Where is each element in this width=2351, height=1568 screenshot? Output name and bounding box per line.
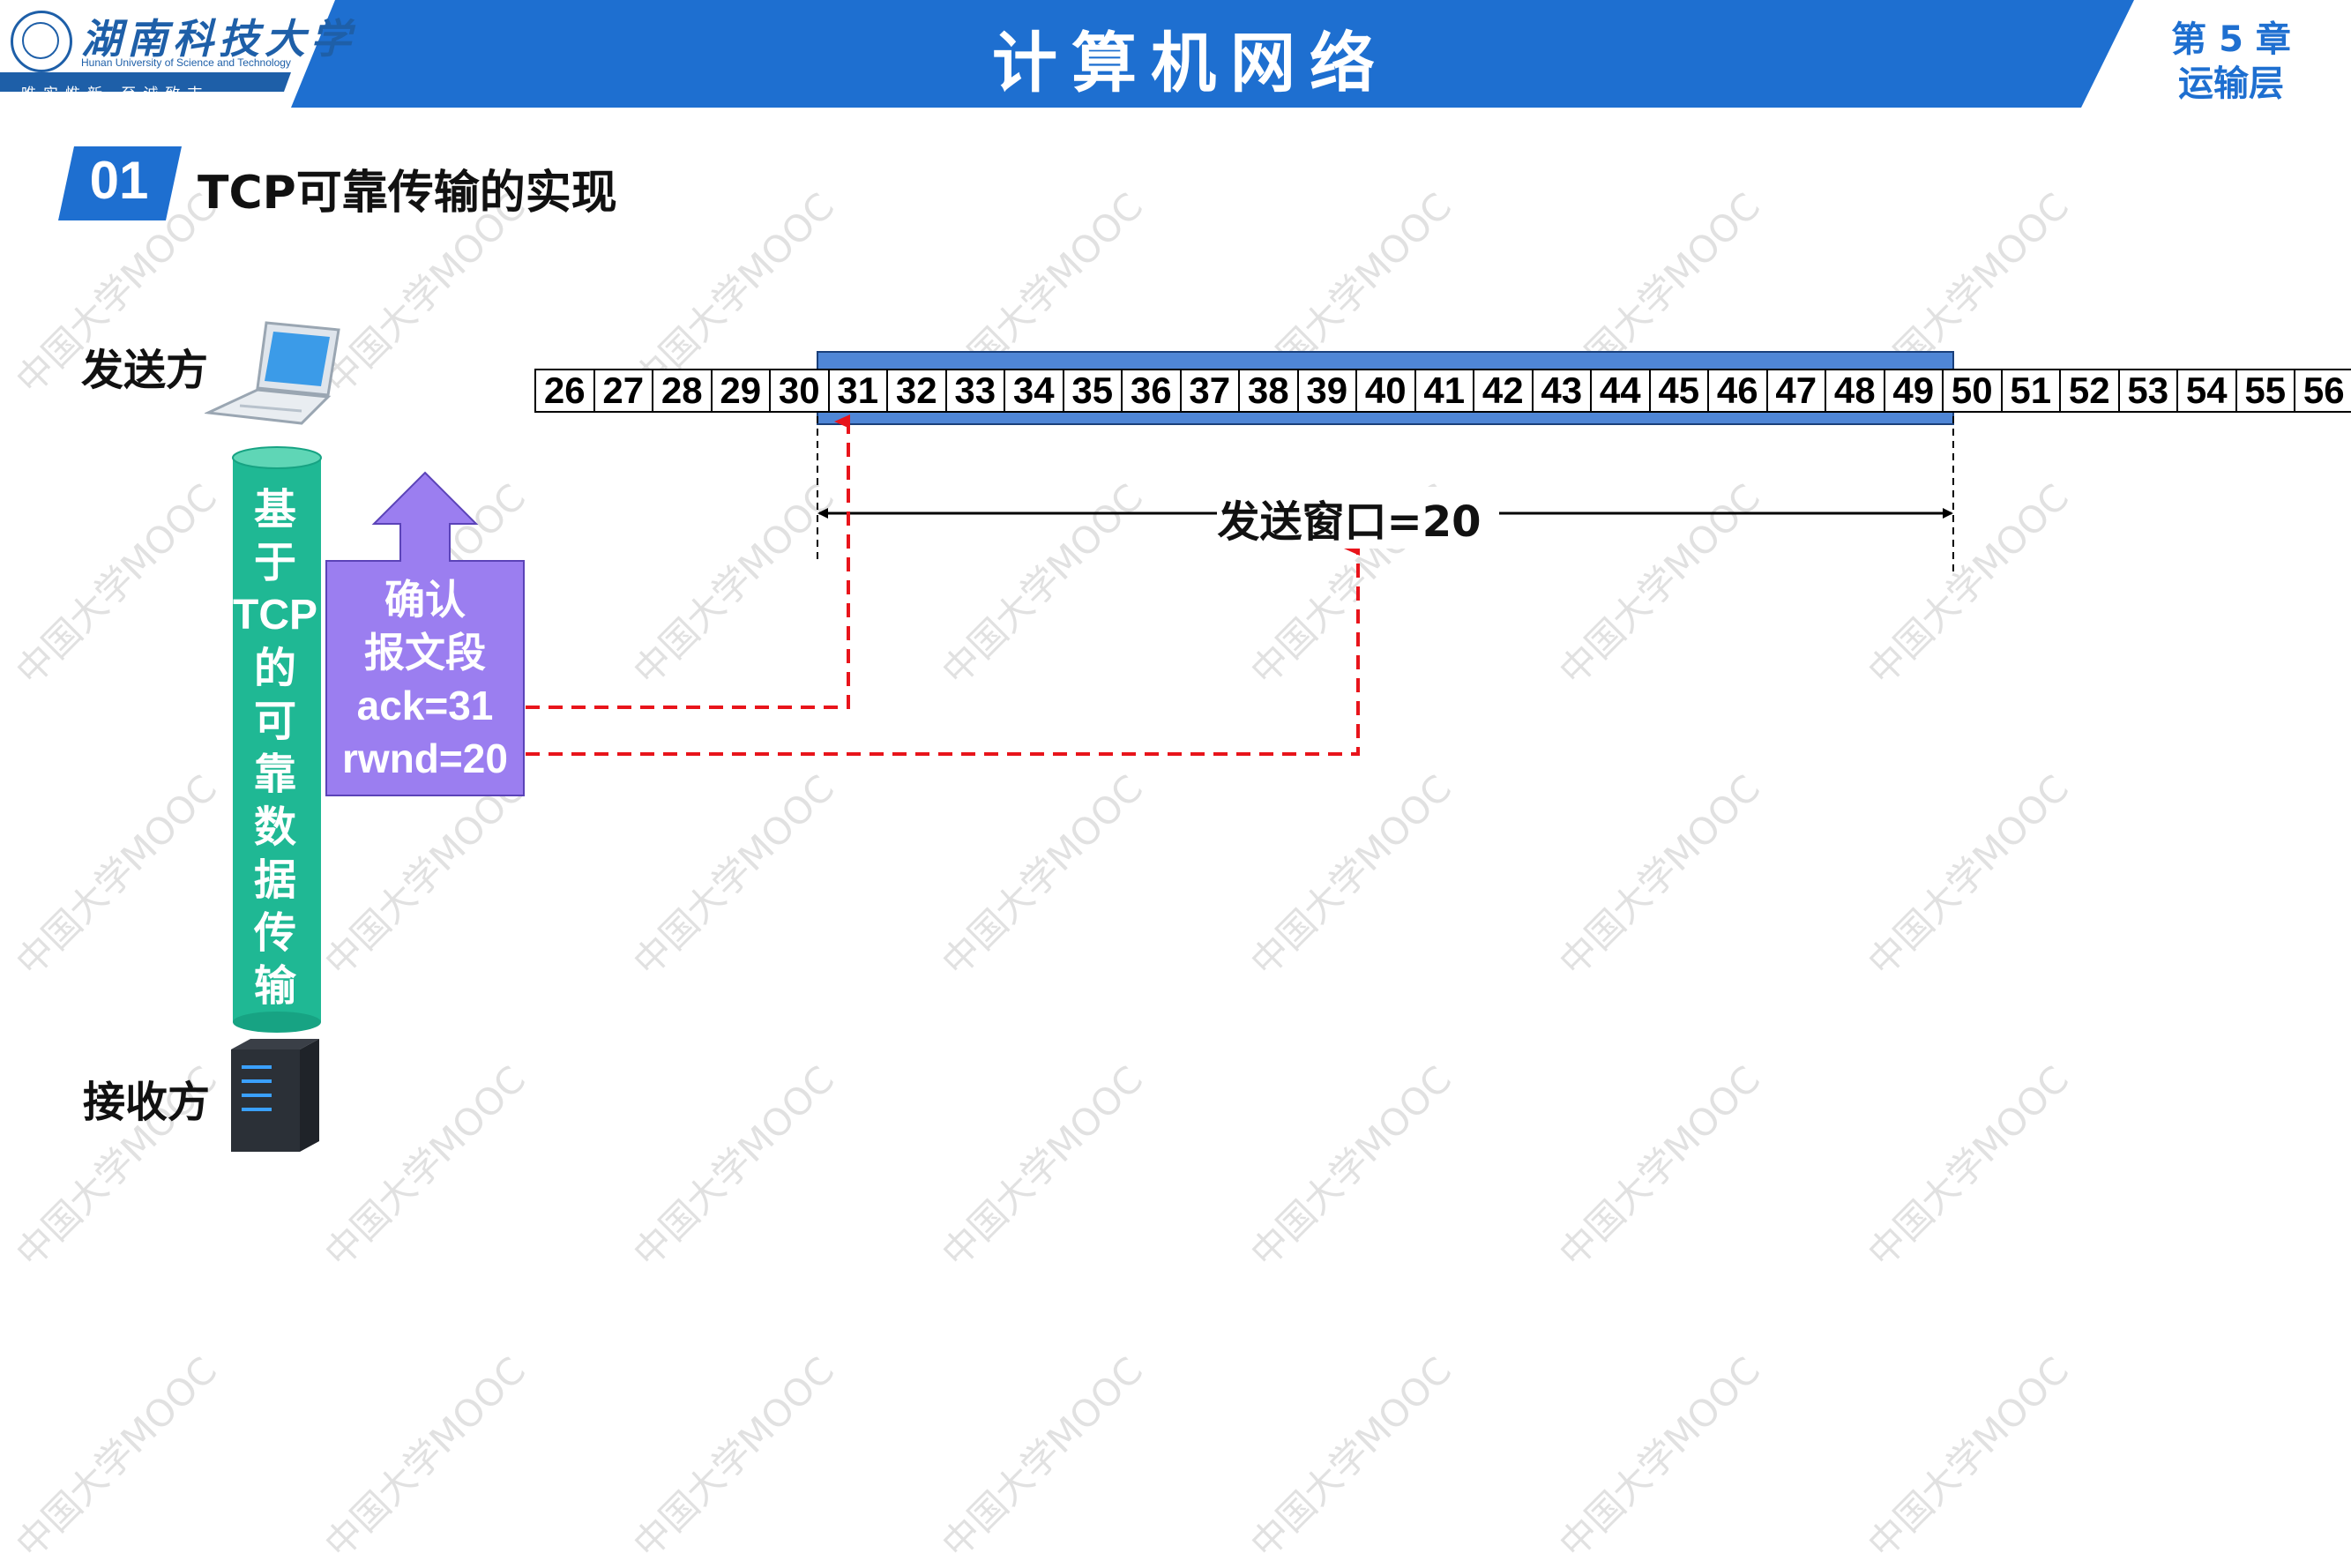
diagram-overlay <box>526 414 1954 756</box>
rwnd-pointer-arrow <box>526 541 1360 756</box>
ack-pointer-arrow <box>526 414 850 709</box>
send-window-label: 发送窗口=20 <box>1217 487 1482 549</box>
watermark-text: 中国大学MOOC <box>933 1348 1152 1566</box>
watermark-text: 中国大学MOOC <box>1242 1348 1460 1566</box>
watermark-text: 中国大学MOOC <box>7 1348 226 1566</box>
watermark-text: 中国大学MOOC <box>624 1348 843 1566</box>
watermark-text: 中国大学MOOC <box>316 1348 534 1566</box>
watermark-text: 中国大学MOOC <box>1859 1348 2078 1566</box>
watermark-text: 中国大学MOOC <box>1550 1348 1769 1566</box>
